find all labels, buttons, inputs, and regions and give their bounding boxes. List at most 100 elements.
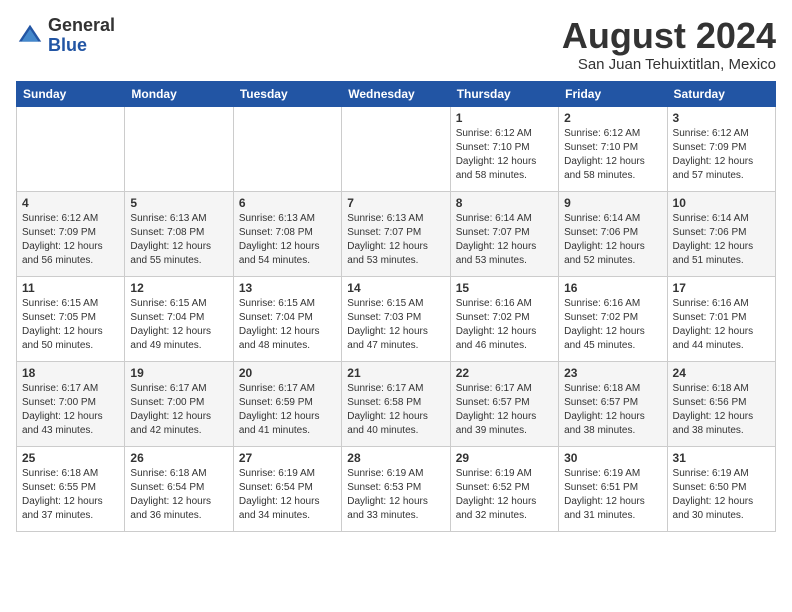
header-friday: Friday <box>559 81 667 106</box>
month-year: August 2024 <box>562 16 776 56</box>
day-number: 19 <box>130 366 227 380</box>
day-number: 29 <box>456 451 553 465</box>
day-number: 23 <box>564 366 661 380</box>
day-info: Sunrise: 6:15 AM Sunset: 7:05 PM Dayligh… <box>22 297 119 353</box>
table-row: 25 Sunrise: 6:18 AM Sunset: 6:55 PM Dayli… <box>17 446 125 531</box>
day-info: Sunrise: 6:18 AM Sunset: 6:56 PM Dayligh… <box>673 382 770 438</box>
page-header: General Blue August 2024 San Juan Tehuix… <box>16 16 776 73</box>
day-info: Sunrise: 6:19 AM Sunset: 6:54 PM Dayligh… <box>239 467 336 523</box>
calendar-week-row: 25 Sunrise: 6:18 AM Sunset: 6:55 PM Dayli… <box>17 446 776 531</box>
day-info: Sunrise: 6:17 AM Sunset: 6:58 PM Dayligh… <box>347 382 444 438</box>
table-row <box>125 106 233 191</box>
table-row: 27 Sunrise: 6:19 AM Sunset: 6:54 PM Dayli… <box>233 446 341 531</box>
table-row: 5Sunrise: 6:13 AM Sunset: 7:08 PM Daylig… <box>125 191 233 276</box>
day-number: 15 <box>456 281 553 295</box>
table-row: 13 Sunrise: 6:15 AM Sunset: 7:04 PM Dayli… <box>233 276 341 361</box>
header-wednesday: Wednesday <box>342 81 450 106</box>
day-number: 11 <box>22 281 119 295</box>
day-info: Sunrise: 6:15 AM Sunset: 7:03 PM Dayligh… <box>347 297 444 353</box>
table-row: 10Sunrise: 6:14 AM Sunset: 7:06 PM Dayli… <box>667 191 775 276</box>
header-thursday: Thursday <box>450 81 558 106</box>
calendar-header-row: Sunday Monday Tuesday Wednesday Thursday… <box>17 81 776 106</box>
day-number: 20 <box>239 366 336 380</box>
header-sunday: Sunday <box>17 81 125 106</box>
day-number: 13 <box>239 281 336 295</box>
day-info: Sunrise: 6:19 AM Sunset: 6:51 PM Dayligh… <box>564 467 661 523</box>
header-monday: Monday <box>125 81 233 106</box>
day-number: 6 <box>239 196 336 210</box>
table-row: 11 Sunrise: 6:15 AM Sunset: 7:05 PM Dayli… <box>17 276 125 361</box>
table-row: 2Sunrise: 6:12 AM Sunset: 7:10 PM Daylig… <box>559 106 667 191</box>
table-row: 12 Sunrise: 6:15 AM Sunset: 7:04 PM Dayli… <box>125 276 233 361</box>
day-info: Sunrise: 6:17 AM Sunset: 6:59 PM Dayligh… <box>239 382 336 438</box>
day-number: 27 <box>239 451 336 465</box>
day-number: 14 <box>347 281 444 295</box>
day-info: Sunrise: 6:12 AM Sunset: 7:09 PM Dayligh… <box>673 127 770 183</box>
table-row: 29 Sunrise: 6:19 AM Sunset: 6:52 PM Dayli… <box>450 446 558 531</box>
table-row: 14 Sunrise: 6:15 AM Sunset: 7:03 PM Dayli… <box>342 276 450 361</box>
table-row: 22Sunrise: 6:17 AM Sunset: 6:57 PM Dayli… <box>450 361 558 446</box>
table-row: 28 Sunrise: 6:19 AM Sunset: 6:53 PM Dayli… <box>342 446 450 531</box>
table-row: 3 Sunrise: 6:12 AM Sunset: 7:09 PM Daylig… <box>667 106 775 191</box>
table-row <box>342 106 450 191</box>
calendar-week-row: 1 Sunrise: 6:12 AM Sunset: 7:10 PM Daylig… <box>17 106 776 191</box>
day-info: Sunrise: 6:17 AM Sunset: 7:00 PM Dayligh… <box>130 382 227 438</box>
day-number: 26 <box>130 451 227 465</box>
day-info: Sunrise: 6:18 AM Sunset: 6:57 PM Dayligh… <box>564 382 661 438</box>
calendar: Sunday Monday Tuesday Wednesday Thursday… <box>16 81 776 532</box>
table-row <box>17 106 125 191</box>
day-info: Sunrise: 6:15 AM Sunset: 7:04 PM Dayligh… <box>239 297 336 353</box>
table-row: 19 Sunrise: 6:17 AM Sunset: 7:00 PM Dayli… <box>125 361 233 446</box>
day-number: 1 <box>456 111 553 125</box>
day-number: 17 <box>673 281 770 295</box>
day-number: 3 <box>673 111 770 125</box>
table-row: 23 Sunrise: 6:18 AM Sunset: 6:57 PM Dayli… <box>559 361 667 446</box>
calendar-week-row: 11 Sunrise: 6:15 AM Sunset: 7:05 PM Dayli… <box>17 276 776 361</box>
day-number: 10 <box>673 196 770 210</box>
day-number: 22 <box>456 366 553 380</box>
day-number: 12 <box>130 281 227 295</box>
day-info: Sunrise: 6:13 AM Sunset: 7:08 PM Dayligh… <box>239 212 336 268</box>
table-row: 1 Sunrise: 6:12 AM Sunset: 7:10 PM Daylig… <box>450 106 558 191</box>
day-info: Sunrise: 6:19 AM Sunset: 6:50 PM Dayligh… <box>673 467 770 523</box>
day-info: Sunrise: 6:14 AM Sunset: 7:06 PM Dayligh… <box>564 212 661 268</box>
table-row: 31 Sunrise: 6:19 AM Sunset: 6:50 PM Dayli… <box>667 446 775 531</box>
logo: General Blue <box>16 16 115 56</box>
day-info: Sunrise: 6:16 AM Sunset: 7:01 PM Dayligh… <box>673 297 770 353</box>
table-row: 8Sunrise: 6:14 AM Sunset: 7:07 PM Daylig… <box>450 191 558 276</box>
day-number: 9 <box>564 196 661 210</box>
calendar-week-row: 18 Sunrise: 6:17 AM Sunset: 7:00 PM Dayli… <box>17 361 776 446</box>
day-info: Sunrise: 6:13 AM Sunset: 7:08 PM Dayligh… <box>130 212 227 268</box>
day-info: Sunrise: 6:18 AM Sunset: 6:54 PM Dayligh… <box>130 467 227 523</box>
location: San Juan Tehuixtitlan, Mexico <box>562 56 776 73</box>
table-row: 9 Sunrise: 6:14 AM Sunset: 7:06 PM Daylig… <box>559 191 667 276</box>
day-number: 18 <box>22 366 119 380</box>
table-row: 6 Sunrise: 6:13 AM Sunset: 7:08 PM Daylig… <box>233 191 341 276</box>
table-row: 30 Sunrise: 6:19 AM Sunset: 6:51 PM Dayli… <box>559 446 667 531</box>
logo-general: General <box>48 15 115 35</box>
table-row: 26 Sunrise: 6:18 AM Sunset: 6:54 PM Dayli… <box>125 446 233 531</box>
day-number: 21 <box>347 366 444 380</box>
day-info: Sunrise: 6:19 AM Sunset: 6:52 PM Dayligh… <box>456 467 553 523</box>
day-number: 31 <box>673 451 770 465</box>
table-row: 7Sunrise: 6:13 AM Sunset: 7:07 PM Daylig… <box>342 191 450 276</box>
day-number: 25 <box>22 451 119 465</box>
day-info: Sunrise: 6:15 AM Sunset: 7:04 PM Dayligh… <box>130 297 227 353</box>
day-number: 2 <box>564 111 661 125</box>
day-number: 16 <box>564 281 661 295</box>
table-row: 4Sunrise: 6:12 AM Sunset: 7:09 PM Daylig… <box>17 191 125 276</box>
day-number: 8 <box>456 196 553 210</box>
day-number: 28 <box>347 451 444 465</box>
day-info: Sunrise: 6:19 AM Sunset: 6:53 PM Dayligh… <box>347 467 444 523</box>
day-info: Sunrise: 6:16 AM Sunset: 7:02 PM Dayligh… <box>564 297 661 353</box>
table-row: 15 Sunrise: 6:16 AM Sunset: 7:02 PM Dayli… <box>450 276 558 361</box>
header-tuesday: Tuesday <box>233 81 341 106</box>
day-info: Sunrise: 6:13 AM Sunset: 7:07 PM Dayligh… <box>347 212 444 268</box>
logo-icon <box>16 22 44 50</box>
day-number: 30 <box>564 451 661 465</box>
table-row: 21 Sunrise: 6:17 AM Sunset: 6:58 PM Dayli… <box>342 361 450 446</box>
day-info: Sunrise: 6:18 AM Sunset: 6:55 PM Dayligh… <box>22 467 119 523</box>
day-info: Sunrise: 6:16 AM Sunset: 7:02 PM Dayligh… <box>456 297 553 353</box>
day-info: Sunrise: 6:12 AM Sunset: 7:10 PM Dayligh… <box>456 127 553 183</box>
table-row <box>233 106 341 191</box>
